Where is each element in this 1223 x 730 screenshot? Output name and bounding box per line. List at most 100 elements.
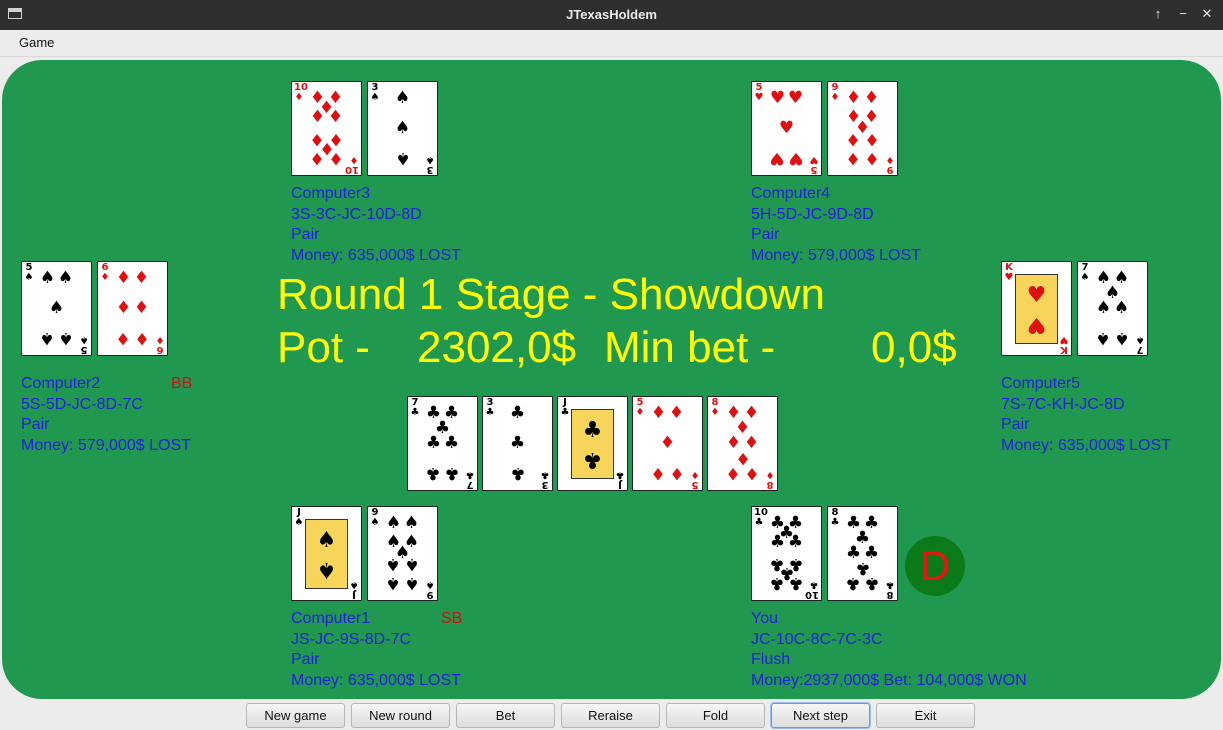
court-card-art: ♣ ♣	[571, 409, 614, 479]
suit-pip-icon: ♦	[659, 432, 676, 453]
new-round-button[interactable]: New round	[351, 703, 450, 728]
player-hand-text: 7S-7C-KH-JC-8D	[1001, 395, 1125, 413]
card-index-inverted: 7 ♠	[1135, 334, 1145, 355]
card-index: 3 ♠	[370, 82, 380, 103]
card-index-inverted: 7 ♣	[465, 469, 475, 490]
suit-pip-icon: ♦	[650, 462, 667, 483]
suit-pip-icon: ♦	[845, 128, 862, 149]
card-index-inverted: 10 ♣	[805, 579, 819, 600]
card-index-inverted: J ♣	[615, 469, 625, 490]
card: J ♠ J ♠ ♠ ♠	[291, 506, 362, 601]
suit-pip-icon: ♠	[403, 553, 420, 574]
suit-pip-icon: ♠	[1113, 327, 1130, 348]
card: 8 ♣ 8 ♣ ♣ ♣ ♣ ♣ ♣ ♣ ♣ ♣	[827, 506, 898, 601]
suit-pip-icon: ♦	[115, 327, 132, 348]
suit-pip-icon: ♠	[394, 88, 411, 109]
suit-pip-icon: ♠	[385, 572, 402, 593]
card-index-inverted: 5 ♥	[809, 154, 819, 175]
court-card-art: ♠ ♠	[305, 519, 348, 589]
card: 3 ♣ 3 ♣ ♣ ♣ ♣	[482, 396, 553, 491]
card: 6 ♦ 6 ♦ ♦ ♦ ♦ ♦ ♦ ♦	[97, 261, 168, 356]
card: 5 ♦ 5 ♦ ♦ ♦ ♦ ♦ ♦	[632, 396, 703, 491]
bet-button[interactable]: Bet	[456, 703, 555, 728]
suit-pip-icon: ♦	[327, 147, 344, 168]
card-index: 8 ♣	[830, 507, 840, 528]
card-index-inverted: 6 ♦	[155, 334, 165, 355]
court-suit-icon: ♣	[582, 447, 603, 472]
suit-pip-icon: ♣	[425, 432, 442, 453]
menu-bar: Game	[0, 30, 1223, 57]
card-index: 5 ♦	[635, 397, 645, 418]
title-bar: JTexasHoldem ↑ − ✕	[0, 0, 1223, 30]
card: J ♣ J ♣ ♣ ♣	[557, 396, 628, 491]
player-money: Money: 635,000$ LOST	[291, 246, 461, 264]
suit-pip-icon: ♠	[39, 327, 56, 348]
fold-button[interactable]: Fold	[666, 703, 765, 728]
suit-pip-icon: ♦	[725, 462, 742, 483]
court-suit-icon: ♠	[316, 528, 337, 553]
card-index-inverted: 3 ♠	[425, 154, 435, 175]
card: 7 ♠ 7 ♠ ♠ ♠ ♠ ♠ ♠ ♠ ♠	[1077, 261, 1148, 356]
card-index: 6 ♦	[100, 262, 110, 283]
suit-pip-icon: ♣	[845, 572, 862, 593]
court-card-art: ♥ ♥	[1015, 274, 1058, 344]
card-index: 10 ♣	[754, 507, 768, 528]
suit-pip-icon: ♦	[115, 268, 132, 289]
suit-pip-icon: ♣	[863, 572, 880, 593]
small-blind-badge: SB	[441, 610, 463, 627]
card-index-inverted: 5 ♦	[690, 469, 700, 490]
card-index: 7 ♠	[1080, 262, 1090, 283]
card-index-inverted: 8 ♣	[885, 579, 895, 600]
court-suit-icon: ♥	[1026, 312, 1047, 337]
player-name: Computer4	[751, 185, 831, 202]
suit-pip-icon: ♦	[133, 297, 150, 318]
player-name: Computer3	[291, 185, 371, 202]
card-index-inverted: J ♠	[349, 579, 359, 600]
suit-pip-icon: ♠	[57, 327, 74, 348]
minimize-button[interactable]: −	[1174, 5, 1192, 23]
pot-value: 2302,0$	[417, 323, 577, 372]
player-money: Money: 635,000$ LOST	[1001, 436, 1171, 454]
player-hand-text: JS-JC-9S-8D-7C	[291, 630, 412, 648]
suit-pip-icon: ♠	[57, 268, 74, 289]
player-rank: Pair	[291, 651, 320, 668]
player-rank: Flush	[751, 651, 791, 668]
reraise-button[interactable]: Reraise	[561, 703, 660, 728]
suit-pip-icon: ♣	[509, 432, 526, 453]
player-info-computer1: Computer1 JS-JC-9S-8D-7C Pair Money: 635…	[291, 609, 461, 691]
suit-pip-icon: ♦	[668, 462, 685, 483]
suit-pip-icon: ♦	[863, 147, 880, 168]
round-stage-label: Round 1 Stage - Showdown	[277, 270, 825, 319]
player-name: Computer2	[21, 375, 101, 392]
player-rank: Pair	[1001, 416, 1030, 433]
suit-pip-icon: ♠	[394, 147, 411, 168]
close-button[interactable]: ✕	[1198, 5, 1216, 23]
next-step-button[interactable]: Next step	[771, 703, 870, 728]
suit-pip-icon: ♦	[668, 403, 685, 424]
player-info-computer5: Computer5 7S-7C-KH-JC-8D Pair Money: 635…	[1001, 374, 1171, 456]
card: 5 ♠ 5 ♠ ♠ ♠ ♠ ♠ ♠	[21, 261, 92, 356]
suit-pip-icon: ♣	[769, 572, 786, 593]
min-bet-label: Min bet -	[604, 323, 776, 372]
suit-pip-icon: ♥	[778, 117, 795, 138]
player-money: Money:2937,000$ Bet: 104,000$ WON	[751, 671, 1027, 689]
player-rank: Pair	[751, 226, 780, 243]
min-bet-value: 0,0$	[871, 323, 957, 372]
player-money: Money: 635,000$ LOST	[291, 671, 461, 689]
card: 5 ♥ 5 ♥ ♥ ♥ ♥ ♥ ♥	[751, 81, 822, 176]
maximize-button[interactable]: ↑	[1149, 5, 1167, 23]
suit-pip-icon: ♦	[845, 88, 862, 109]
menu-game[interactable]: Game	[19, 35, 54, 50]
card-index: 8 ♦	[710, 397, 720, 418]
suit-pip-icon: ♣	[425, 462, 442, 483]
suit-pip-icon: ♥	[769, 147, 786, 168]
court-suit-icon: ♠	[316, 557, 337, 582]
new-game-button[interactable]: New game	[246, 703, 345, 728]
suit-pip-icon: ♠	[1095, 327, 1112, 348]
card-index-inverted: 9 ♠	[425, 579, 435, 600]
suit-pip-icon: ♠	[403, 572, 420, 593]
card: 9 ♠ 9 ♠ ♠ ♠ ♠ ♠ ♠ ♠ ♠ ♠ ♠	[367, 506, 438, 601]
exit-button[interactable]: Exit	[876, 703, 975, 728]
card-index: J ♣	[560, 397, 570, 418]
suit-pip-icon: ♣	[787, 572, 804, 593]
